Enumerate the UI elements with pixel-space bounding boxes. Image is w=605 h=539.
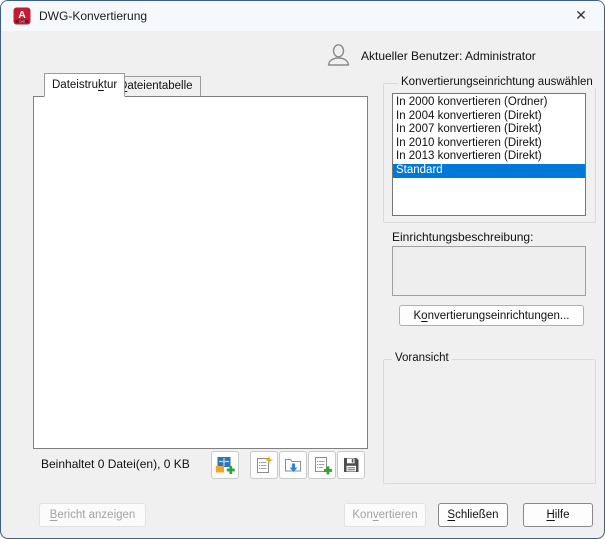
conversion-setup-group-title: Konvertierungseinrichtung auswählen <box>398 76 596 88</box>
setup-description-box <box>392 246 586 296</box>
button-label-part: Kon <box>352 509 373 521</box>
titlebar: A CAD DWG-Konvertierung ✕ <box>1 1 604 31</box>
open-folder-button[interactable] <box>279 451 307 479</box>
button-label-mnemonic: H <box>546 509 555 521</box>
add-list-button[interactable] <box>308 451 336 479</box>
tab-label-part: Dateistru <box>52 79 99 91</box>
preview-group: Voransicht <box>383 352 596 484</box>
setup-description-label: Einrichtungsbeschreibung: <box>392 230 534 244</box>
list-item[interactable]: In 2004 konvertieren (Direkt) <box>393 110 585 124</box>
svg-text:CAD: CAD <box>19 19 26 23</box>
help-button[interactable]: Hilfe <box>523 503 593 527</box>
button-label-part: chließen <box>455 509 499 521</box>
convert-button[interactable]: Konvertieren <box>344 503 426 527</box>
show-report-button[interactable]: Bericht anzeigen <box>39 503 146 527</box>
close-button[interactable]: ✕ <box>558 1 604 31</box>
open-folder-icon <box>285 459 301 472</box>
user-icon <box>325 42 352 69</box>
button-label-part: ertieren <box>378 509 418 521</box>
add-file-icon <box>216 457 235 474</box>
close-dialog-button[interactable]: Schließen <box>438 503 508 527</box>
new-setup-button[interactable] <box>250 451 278 479</box>
button-label-part: ilfe <box>554 509 570 521</box>
add-list-icon <box>315 457 332 475</box>
list-item[interactable]: In 2007 konvertieren (Direkt) <box>393 123 585 137</box>
new-setup-icon <box>257 456 273 473</box>
autocad-app-icon: A CAD <box>13 7 31 25</box>
tab-label-part: tur <box>103 79 118 91</box>
list-item[interactable]: In 2010 konvertieren (Direkt) <box>393 137 585 151</box>
button-label-mnemonic: S <box>447 509 456 521</box>
conversion-setup-listbox[interactable]: In 2000 konvertieren (Ordner) In 2004 ko… <box>392 93 586 216</box>
dwg-convert-dialog: A CAD DWG-Konvertierung ✕ Aktueller Benu… <box>0 0 605 539</box>
add-file-button[interactable] <box>211 451 239 479</box>
tab-label-part: ateientabelle <box>127 80 193 92</box>
list-item[interactable]: In 2000 konvertieren (Ordner) <box>393 96 585 110</box>
list-item[interactable]: In 2013 konvertieren (Direkt) <box>393 150 585 164</box>
button-label-part: ericht anzeigen <box>57 509 136 521</box>
conversion-setups-button[interactable]: Konvertierungseinrichtungen... <box>399 305 584 326</box>
file-tree-panel[interactable] <box>33 96 368 449</box>
file-count-status: Beinhaltet 0 Datei(en), 0 KB <box>41 457 190 471</box>
close-icon: ✕ <box>575 8 587 24</box>
save-button[interactable] <box>337 451 365 479</box>
button-label-part: nvertierungseinrichtungen... <box>427 309 570 322</box>
tab-file-structure[interactable]: Dateistruktur <box>44 73 126 97</box>
window-title: DWG-Konvertierung <box>39 9 148 23</box>
preview-group-title: Voransicht <box>392 352 452 364</box>
list-item-selected[interactable]: Standard <box>393 163 585 178</box>
save-icon <box>344 458 359 472</box>
current-user-label: Aktueller Benutzer: Administrator <box>361 49 536 63</box>
